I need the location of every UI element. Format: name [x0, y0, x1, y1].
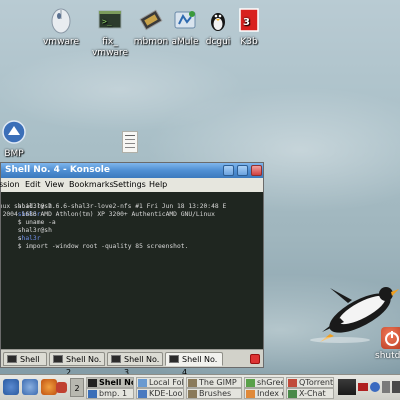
task-label: The GIMP	[199, 378, 237, 387]
desktop-icon-label: fix_ vmware	[91, 37, 128, 58]
chat-icon	[288, 390, 297, 398]
kmenu-icon[interactable]	[3, 379, 19, 395]
minimize-button[interactable]	[223, 165, 234, 176]
desktop-icon-vmware[interactable]: vmware	[35, 6, 87, 48]
tab-shell[interactable]: Shell	[3, 352, 47, 366]
window-title: Shell No. 4 - Konsole	[5, 165, 110, 175]
home-icon[interactable]	[22, 379, 38, 395]
menu-edit[interactable]: Edit	[25, 178, 41, 192]
terminal-icon	[7, 355, 17, 363]
task-qtorrent[interactable]: QTorrent	[286, 377, 334, 388]
close-button[interactable]	[251, 165, 262, 176]
task-index-of[interactable]: Index of	[244, 388, 284, 399]
menu-bar: ssion Edit View Bookmarks Settings Help	[0, 178, 263, 192]
tab-shell-3[interactable]: Shell No. 3	[107, 352, 163, 377]
task-label: KDE-Loo	[149, 389, 183, 398]
mouse-icon	[51, 8, 71, 34]
desktop-icon-bmp[interactable]: BMP	[0, 118, 40, 160]
terminal-icon	[88, 379, 97, 387]
task-shgreen[interactable]: shGreen	[244, 377, 284, 388]
shutdown-icon[interactable]	[381, 327, 400, 349]
browser-icon	[138, 390, 147, 398]
task-label: QTorrent	[299, 378, 334, 387]
desktop-file-thumbnail[interactable]	[122, 131, 138, 153]
task-shell[interactable]: Shell No.	[86, 377, 134, 388]
network-icon[interactable]	[370, 382, 380, 392]
terminal-host: shal3r@sh	[17, 227, 52, 234]
bmp-icon	[2, 120, 26, 144]
volume-icon[interactable]	[382, 381, 390, 393]
terminal-output[interactable]: shal3r@sh shal3r $ uname -a inux sh.id.l…	[1, 192, 263, 349]
task-gimp[interactable]: The GIMP	[186, 377, 242, 388]
task-label: Brushes	[199, 389, 232, 398]
browser-icon	[246, 390, 255, 398]
folder-icon	[138, 379, 147, 387]
terminal-line: inux sh.id.lv 2.6.6-shal3r-love2-nfs #1 …	[1, 203, 227, 210]
task-label: Index of	[257, 389, 283, 398]
tab-shell-2[interactable]: Shell No. 2	[49, 352, 105, 377]
desktop-icon-label: vmware	[42, 37, 79, 47]
desktop-icon-label: K3b	[240, 37, 258, 47]
bmp-icon	[88, 390, 97, 398]
desktop-icon-k3b[interactable]: 3 K3b	[223, 6, 275, 48]
keyboard-flag-icon[interactable]	[358, 383, 368, 391]
task-label: shGreen	[257, 378, 283, 387]
terminal-icon	[53, 355, 63, 363]
terminal-icon: >_	[98, 10, 122, 29]
k3b-icon: 3	[239, 8, 259, 32]
menu-settings[interactable]: Settings	[113, 178, 146, 192]
menu-help[interactable]: Help	[149, 178, 167, 192]
task-bmp[interactable]: bmp. 1	[86, 388, 134, 399]
terminal-command: $ import -window root -quality 85 screen…	[17, 243, 189, 250]
maximize-button[interactable]	[237, 165, 248, 176]
firefox-icon[interactable]	[41, 379, 57, 395]
tab-label: Shell	[20, 355, 40, 364]
desktop-pager[interactable]: 2	[70, 378, 84, 397]
terminal-line: s	[17, 235, 22, 242]
task-label: Local Fold	[149, 378, 184, 387]
task-label: Shell No.	[99, 378, 133, 387]
menu-bookmarks[interactable]: Bookmarks	[69, 178, 114, 192]
menu-view[interactable]: View	[45, 178, 64, 192]
menu-session[interactable]: ssion	[0, 178, 20, 192]
close-tab-icon[interactable]	[250, 354, 260, 364]
desktop-icon-label: BMP	[4, 149, 24, 159]
terminal-line: T 2004 i686 AMD Athlon(tm) XP 3200+ Auth…	[1, 211, 215, 218]
clock-icon[interactable]	[392, 381, 400, 393]
svg-text:3: 3	[243, 17, 250, 28]
task-kde-look[interactable]: KDE-Loo	[136, 388, 184, 399]
task-label: X-Chat	[299, 389, 326, 398]
task-xchat[interactable]: X-Chat	[286, 388, 334, 399]
task-brushes[interactable]: Brushes	[186, 388, 242, 399]
torrent-icon	[288, 379, 297, 387]
konsole-window[interactable]: Shell No. 4 - Konsole ssion Edit View Bo…	[0, 162, 264, 377]
svg-text:>_: >_	[102, 17, 112, 26]
desktop-icon-label: shutdo	[375, 351, 400, 361]
tray-applet-icon[interactable]	[338, 379, 356, 395]
task-local-folder[interactable]: Local Fold	[136, 377, 184, 388]
taskbar: 2 Shell No. Local Fold The GIMP shGreen …	[0, 374, 400, 400]
terminal-icon	[169, 355, 179, 363]
task-label: bmp. 1	[99, 389, 128, 398]
tab-shell-4[interactable]: Shell No. 4	[165, 352, 223, 377]
app-launcher-icon[interactable]	[56, 382, 67, 393]
gimp-icon	[188, 379, 197, 387]
window-titlebar[interactable]: Shell No. 4 - Konsole	[1, 163, 263, 178]
terminal-icon	[111, 355, 121, 363]
gimp-icon	[188, 390, 197, 398]
window-icon	[246, 379, 255, 387]
konsole-tab-bar: Shell Shell No. 2 Shell No. 3 Shell No. …	[1, 349, 263, 377]
